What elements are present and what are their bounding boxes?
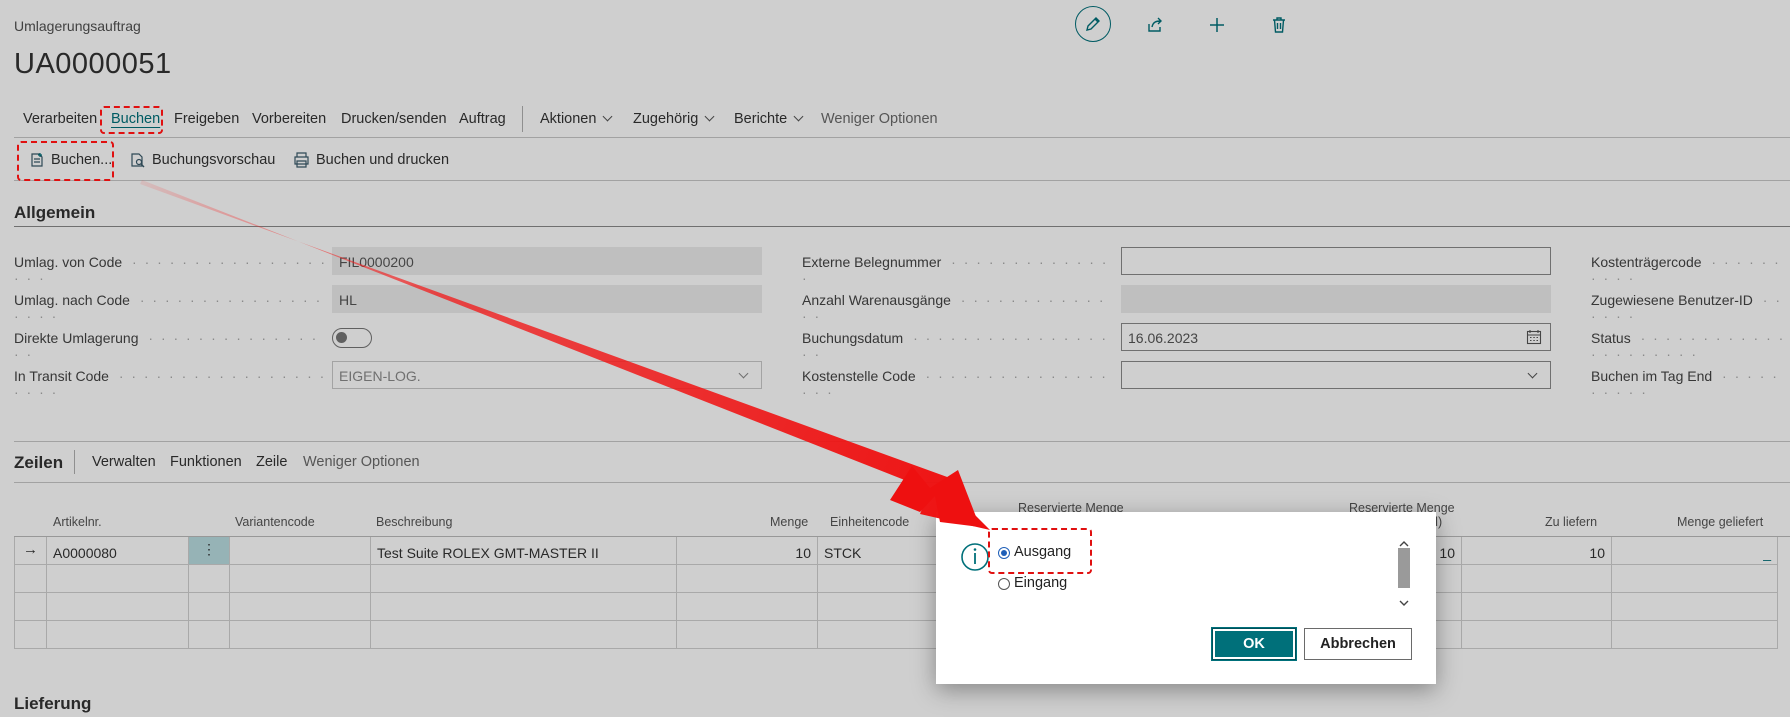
highlight-option-ausgang (988, 528, 1092, 574)
annotation-arrow (140, 180, 990, 530)
highlight-post-button (17, 141, 114, 181)
highlight-tab-buchen (100, 106, 163, 134)
